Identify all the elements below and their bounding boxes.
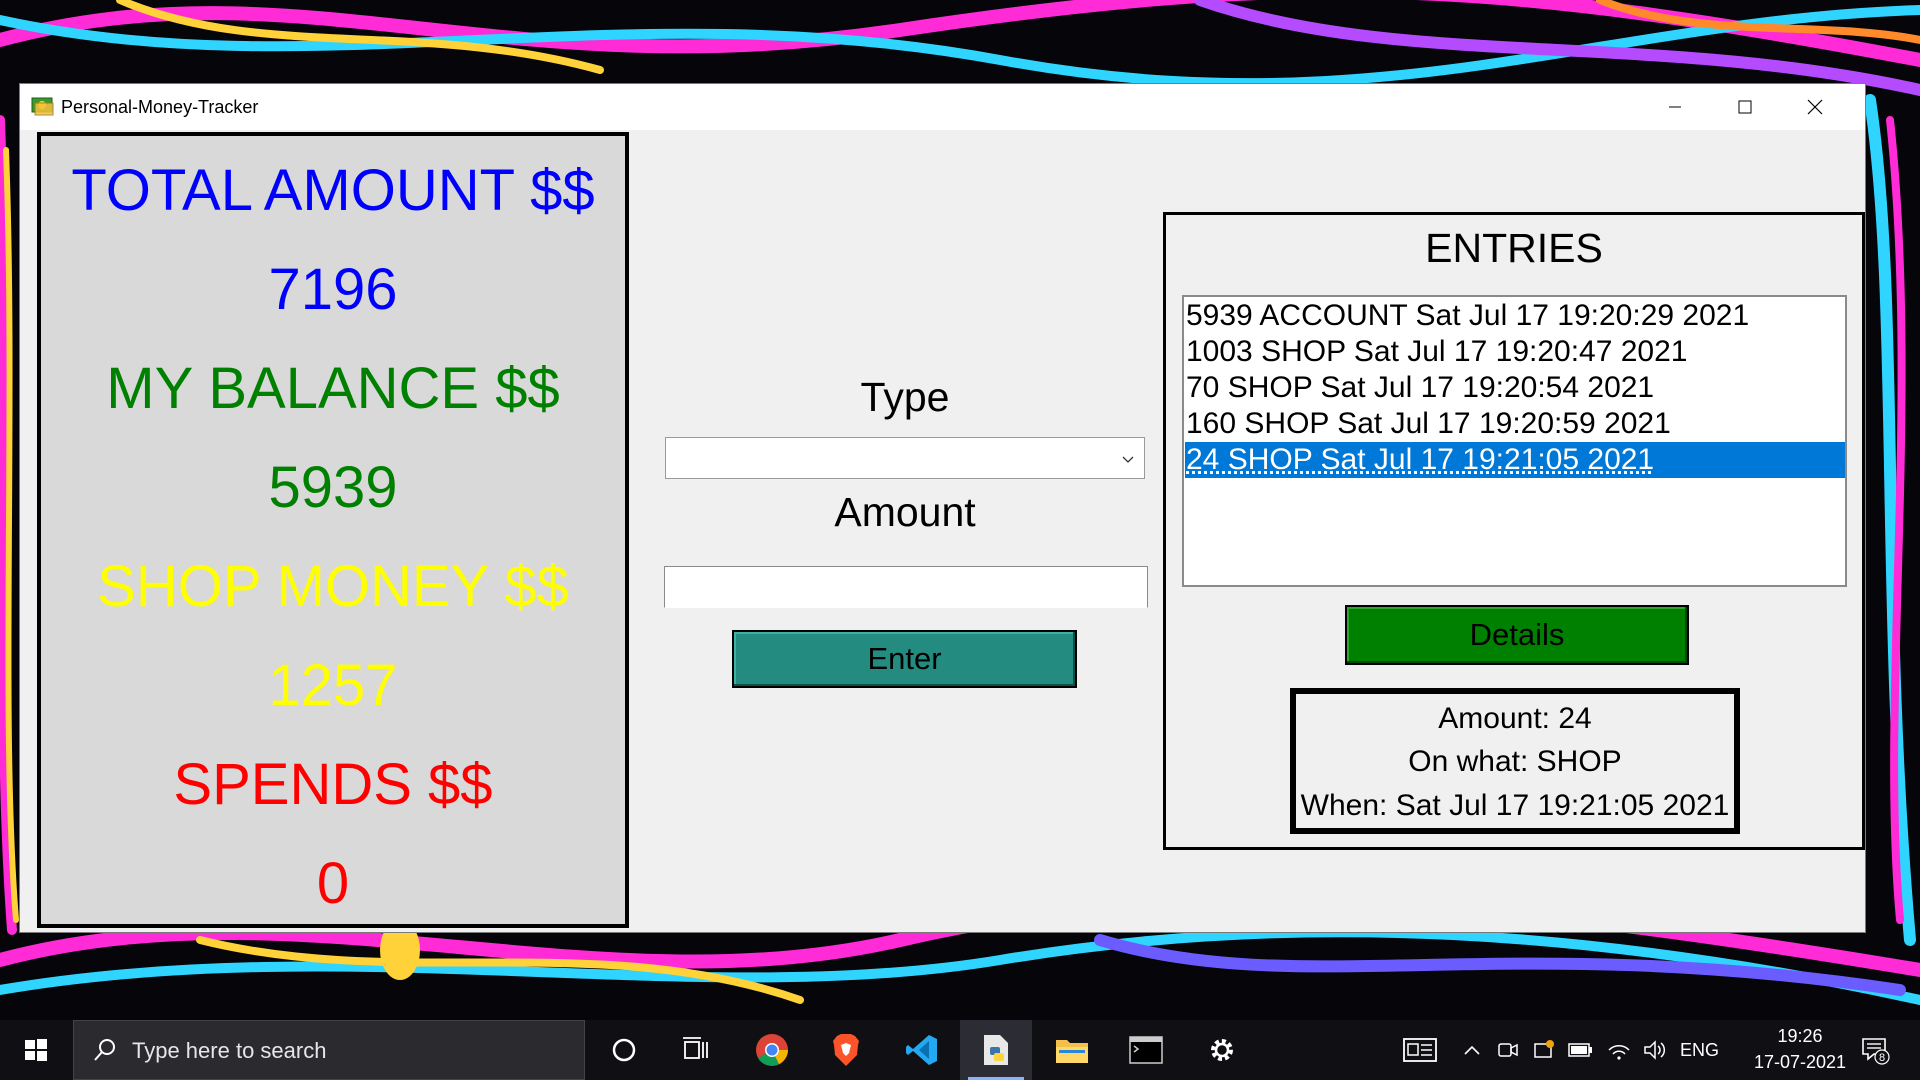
entries-listbox[interactable]: 5939 ACCOUNT Sat Jul 17 19:20:29 2021 10…	[1182, 295, 1847, 587]
search-icon	[94, 1039, 115, 1061]
entries-title: ENTRIES	[1425, 225, 1603, 271]
summary-panel: TOTAL AMOUNT $$ 7196 MY BALANCE $$ 5939 …	[37, 132, 629, 928]
list-item-label: 24 SHOP Sat Jul 17 19:21:05 2021	[1186, 443, 1655, 476]
terminal-button[interactable]	[1110, 1020, 1182, 1080]
detail-what: On what: SHOP	[1408, 745, 1622, 778]
clock-date[interactable]: 17-07-2021	[1735, 1052, 1865, 1073]
meet-now-icon	[1498, 1043, 1518, 1057]
vscode-button[interactable]	[886, 1020, 958, 1080]
maximize-button[interactable]	[1710, 84, 1780, 130]
entries-panel: ENTRIES 5939 ACCOUNT Sat Jul 17 19:20:29…	[1163, 212, 1865, 850]
task-view-icon	[683, 1037, 708, 1059]
update-button[interactable]	[1530, 1020, 1558, 1080]
close-icon	[1807, 99, 1823, 115]
app-money-icon	[31, 97, 54, 116]
list-item-selected[interactable]: 24 SHOP Sat Jul 17 19:21:05 2021	[1185, 442, 1845, 478]
amount-input[interactable]	[664, 566, 1148, 608]
taskbar-search-box[interactable]: Type here to search	[73, 1020, 585, 1080]
chrome-button[interactable]	[736, 1020, 808, 1080]
show-hidden-icons-button[interactable]	[1458, 1020, 1486, 1080]
balance-label: MY BALANCE $$	[106, 356, 560, 421]
taskbar: Type here to search ENG 19:26 17-07-2021…	[0, 1020, 1920, 1080]
window-title: Personal-Money-Tracker	[61, 97, 259, 117]
list-item[interactable]: 1003 SHOP Sat Jul 17 19:20:47 2021	[1185, 334, 1845, 370]
search-placeholder: Type here to search	[132, 1038, 327, 1063]
type-label: Type	[860, 374, 950, 420]
spends-value: 0	[316, 851, 350, 916]
python-app-button[interactable]	[960, 1020, 1032, 1080]
minimize-button[interactable]	[1640, 84, 1710, 130]
windows-icon	[25, 1039, 47, 1061]
total-amount-value: 7196	[268, 257, 398, 322]
cortana-button[interactable]	[588, 1020, 660, 1080]
close-button[interactable]	[1780, 84, 1850, 130]
battery-button[interactable]	[1566, 1020, 1596, 1080]
spends-label: SPENDS $$	[173, 752, 493, 817]
file-explorer-button[interactable]	[1036, 1020, 1108, 1080]
maximize-icon	[1738, 100, 1752, 114]
battery-icon	[1568, 1043, 1592, 1057]
brave-button[interactable]	[810, 1020, 882, 1080]
wifi-button[interactable]	[1604, 1020, 1634, 1080]
brave-icon	[833, 1034, 859, 1066]
task-view-button[interactable]	[660, 1020, 732, 1080]
detail-when: When: Sat Jul 17 19:21:05 2021	[1300, 789, 1730, 822]
file-explorer-icon	[1056, 1040, 1088, 1063]
title-bar[interactable]: Personal-Money-Tracker	[20, 84, 1865, 130]
total-amount-label: TOTAL AMOUNT $$	[71, 158, 595, 223]
clock-time[interactable]: 19:26	[1760, 1026, 1840, 1047]
start-button[interactable]	[0, 1020, 72, 1080]
detail-amount: Amount: 24	[1438, 702, 1592, 735]
notification-icon: 8	[1862, 1038, 1890, 1065]
settings-gear-icon	[1211, 1039, 1233, 1061]
minimize-icon	[1669, 106, 1681, 108]
update-icon	[1534, 1040, 1554, 1058]
volume-icon	[1644, 1040, 1666, 1060]
action-center-button[interactable]: 8	[1850, 1020, 1900, 1080]
list-item[interactable]: 70 SHOP Sat Jul 17 19:20:54 2021	[1185, 370, 1845, 406]
type-dropdown[interactable]	[665, 437, 1145, 479]
volume-button[interactable]	[1640, 1020, 1670, 1080]
python-icon	[984, 1035, 1008, 1065]
notification-count: 8	[1879, 1052, 1885, 1064]
wifi-icon	[1608, 1045, 1630, 1060]
terminal-icon	[1129, 1036, 1163, 1064]
details-box: Amount: 24 On what: SHOP When: Sat Jul 1…	[1290, 688, 1740, 834]
app-window: Personal-Money-Tracker TOTAL AMOUNT $$ 7…	[20, 84, 1865, 932]
input-language[interactable]: ENG	[1680, 1040, 1719, 1061]
shop-money-value: 1257	[268, 653, 398, 718]
list-item[interactable]: 5939 ACCOUNT Sat Jul 17 19:20:29 2021	[1185, 298, 1845, 334]
cortana-icon	[612, 1038, 636, 1062]
list-item[interactable]: 160 SHOP Sat Jul 17 19:20:59 2021	[1185, 406, 1845, 442]
shop-money-label: SHOP MONEY $$	[97, 554, 569, 619]
meet-now-button[interactable]	[1494, 1020, 1522, 1080]
news-widget-button[interactable]	[1400, 1020, 1440, 1080]
vscode-icon	[906, 1035, 937, 1065]
chevron-down-icon	[1122, 456, 1134, 463]
chevron-up-icon	[1464, 1045, 1480, 1055]
amount-label: Amount	[834, 489, 976, 535]
news-icon	[1403, 1038, 1437, 1062]
chrome-icon	[756, 1034, 788, 1066]
balance-value: 5939	[268, 455, 398, 520]
details-button[interactable]: Details	[1345, 605, 1689, 665]
enter-button[interactable]: Enter	[732, 630, 1077, 688]
settings-button[interactable]	[1186, 1020, 1258, 1080]
